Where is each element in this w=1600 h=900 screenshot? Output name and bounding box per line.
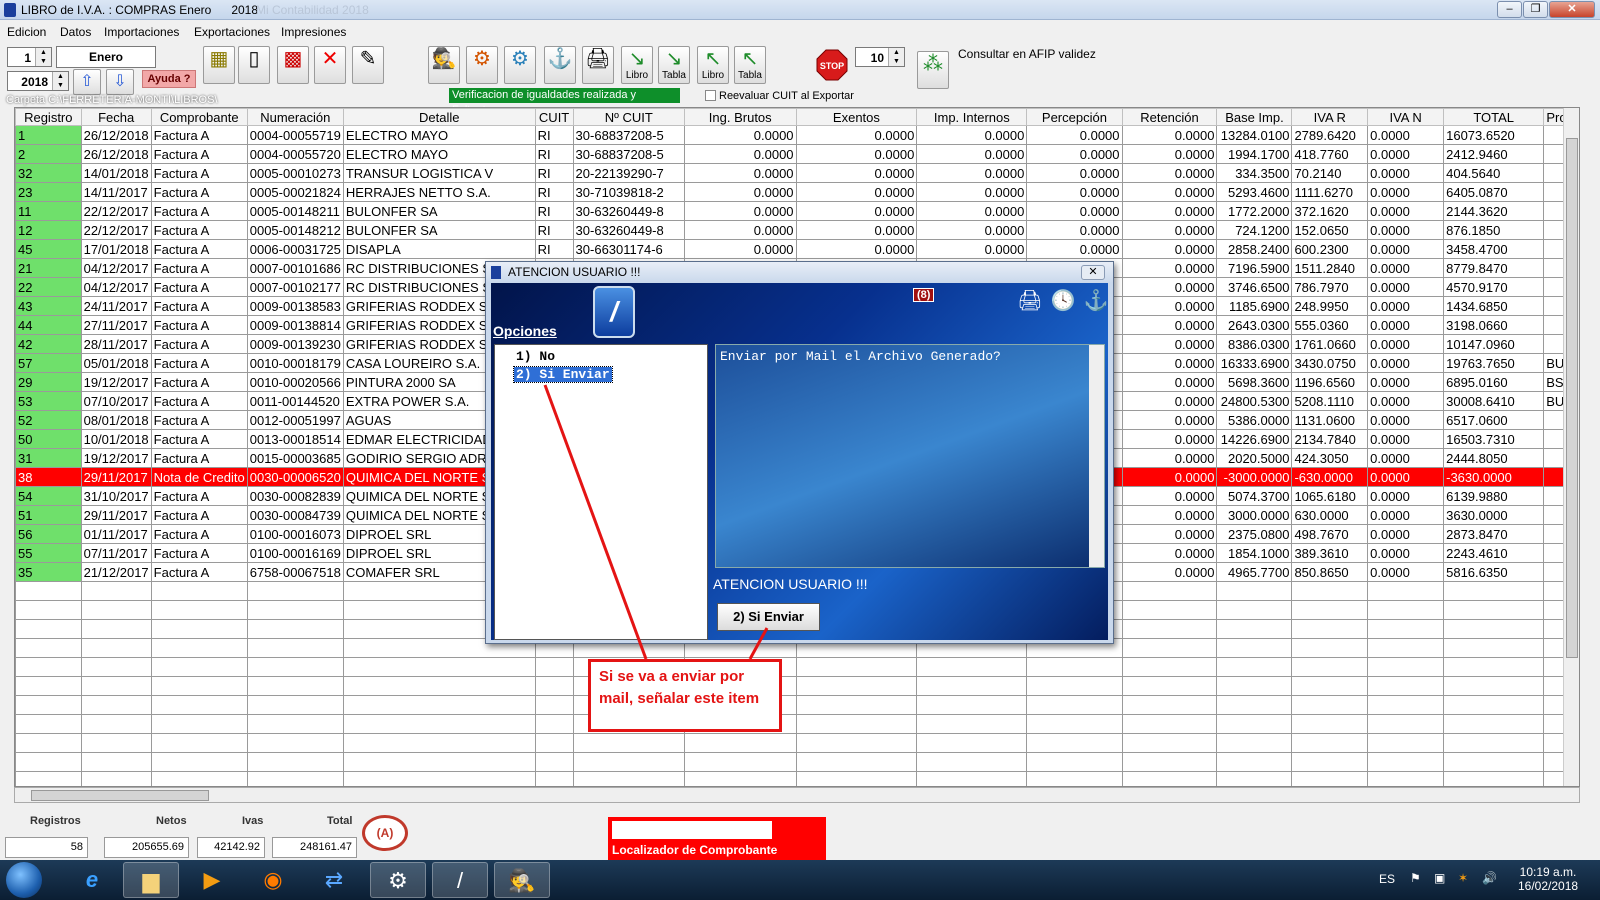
localizador-label: Localizador de Comprobante	[612, 843, 778, 857]
app-tray-icon[interactable]: ✶	[1458, 871, 1468, 885]
netos-value: 205655.69	[104, 837, 189, 858]
firefox-icon[interactable]: ◉	[245, 862, 301, 898]
start-button[interactable]	[6, 862, 42, 898]
volume-icon[interactable]: 🔊	[1482, 871, 1497, 885]
localizador: Localizador de Comprobante	[608, 817, 826, 861]
ie-icon[interactable]: e	[64, 862, 120, 898]
network-tray-icon[interactable]: ▣	[1434, 871, 1445, 885]
flag-icon[interactable]: ⚑	[1410, 871, 1421, 885]
app-taskbar-icon-1[interactable]: ⚙	[370, 862, 426, 898]
registros-value: 58	[5, 837, 88, 858]
clock[interactable]: 10:19 a.m. 16/02/2018	[1518, 865, 1578, 893]
annotation-arrows	[543, 384, 769, 660]
app-taskbar-icon-2[interactable]: /	[432, 862, 488, 898]
total-value: 248161.47	[272, 837, 357, 858]
ivas-label: Ivas	[242, 815, 264, 827]
teamviewer-icon[interactable]: ⇄	[306, 862, 362, 898]
taskbar: e ▆ ▶ ◉ ⇄ ⚙ / 🕵 ES ⚑ ▣ ✶ 🔊 10:19 a.m. 16…	[0, 860, 1600, 900]
brand-logo-icon[interactable]: (A)	[362, 815, 408, 851]
clock-date: 16/02/2018	[1518, 879, 1579, 893]
netos-label: Netos	[156, 815, 187, 827]
annotation-callout: Si se va a enviar por mail, señalar este…	[588, 659, 782, 732]
total-label: Total	[327, 815, 353, 827]
explorer-icon[interactable]: ▆	[123, 862, 179, 898]
media-player-icon[interactable]: ▶	[184, 862, 240, 898]
ivas-value: 42142.92	[197, 837, 265, 858]
footer-totals: Registros Netos Ivas Total 58 205655.69 …	[0, 805, 1600, 861]
localizador-input[interactable]	[612, 821, 772, 839]
language-indicator[interactable]: ES	[1379, 872, 1395, 886]
registros-label: Registros	[30, 815, 81, 827]
spy-taskbar-icon[interactable]: 🕵	[494, 862, 550, 898]
clock-time: 10:19 a.m.	[1519, 865, 1577, 879]
